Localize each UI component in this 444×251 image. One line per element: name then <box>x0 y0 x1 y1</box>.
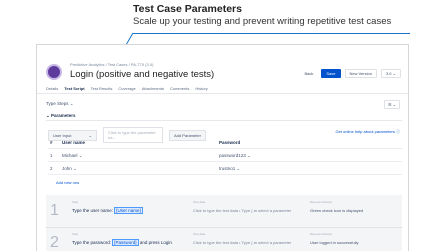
help-link-text: Get online help about parameters <box>335 129 395 134</box>
tab-history[interactable]: History <box>195 86 207 91</box>
step-number: 2 <box>50 234 59 251</box>
step-text-before: Type the user name: <box>72 208 114 213</box>
row-number: 2 <box>50 166 53 171</box>
chevron-down-icon: ⌄ <box>88 132 92 138</box>
step-number: 1 <box>50 202 59 219</box>
test-step[interactable]: 1 Step Type the user name: [User name] T… <box>46 196 402 228</box>
tab-details[interactable]: Details <box>46 86 58 91</box>
tab-bar: Details Test Script Test Results Coverag… <box>46 86 208 91</box>
header-actions: Back Save New Version 3.0 ⌄ <box>300 69 401 78</box>
options-menu-button[interactable]: ☰ ⌄ <box>383 100 400 109</box>
add-row-link[interactable]: Add new row <box>56 180 79 185</box>
parameters-help-link[interactable]: Get online help about parameters ⓘ <box>336 129 401 135</box>
expected-result-label: Expected Result <box>310 232 332 236</box>
help-icon: ⓘ <box>396 129 400 134</box>
save-button[interactable]: Save <box>321 69 341 78</box>
callout-title: Test Case Parameters <box>133 3 242 15</box>
test-data-label: Test data <box>193 200 206 204</box>
tab-test-script[interactable]: Test Script <box>64 86 84 91</box>
user-name-cell[interactable]: Michael ⌄ <box>62 153 83 159</box>
callout-subtitle: Scale up your testing and prevent writin… <box>133 16 392 27</box>
expected-result-field[interactable]: Green check icon is displayed <box>310 208 363 213</box>
type-label: Type <box>46 101 56 106</box>
parameter-chip[interactable]: [User name] <box>114 207 143 214</box>
step-text-after: and press Login <box>139 240 172 245</box>
page-title: Login (positive and negative tests) <box>70 69 215 80</box>
step-text-before: Type the password: <box>72 240 112 245</box>
app-window: Predictive Analytics / Test Cases / PA-T… <box>36 44 409 251</box>
new-version-button[interactable]: New Version <box>344 69 377 78</box>
tab-divider <box>37 93 408 94</box>
back-button[interactable]: Back <box>300 70 317 77</box>
step-text[interactable]: Type the user name: [User name] <box>72 207 143 214</box>
parameter-source-select[interactable]: User Input ⌄ <box>48 129 97 141</box>
user-name-cell[interactable]: John ⌄ <box>62 166 77 172</box>
test-data-field[interactable]: Click to type the test data • Type { to … <box>193 208 291 213</box>
script-type-row: Type Steps ⌄ <box>46 101 74 107</box>
add-parameter-button[interactable]: Add Parameter <box>169 129 206 141</box>
parameters-divider <box>46 120 402 121</box>
test-data-field[interactable]: Click to type the test data • Type { to … <box>193 240 291 245</box>
test-step[interactable]: 2 Step Type the password: [Password] and… <box>46 228 402 251</box>
row-divider <box>48 161 402 162</box>
tab-coverage[interactable]: Coverage <box>118 86 135 91</box>
tab-test-results[interactable]: Test Results <box>91 86 113 91</box>
type-select[interactable]: Steps ⌄ <box>57 101 74 106</box>
password-cell[interactable]: password123 ⌄ <box>219 153 251 159</box>
test-steps: 1 Step Type the user name: [User name] T… <box>46 195 402 251</box>
breadcrumb[interactable]: Predictive Analytics / Test Cases / PA-T… <box>70 62 153 67</box>
column-header-user-name: User name <box>62 140 86 145</box>
parameter-chip[interactable]: [Password] <box>112 239 139 246</box>
password-cell[interactable]: trustno1 ⌄ <box>219 166 240 172</box>
parameter-name-input[interactable]: Click to type the parameter na... <box>103 127 163 143</box>
expected-result-field[interactable]: User logged in successfully <box>310 240 358 245</box>
page-header: Predictive Analytics / Test Cases / PA-T… <box>37 45 408 89</box>
tab-comments[interactable]: Comments <box>170 86 189 91</box>
row-number: 1 <box>50 153 53 158</box>
column-header-password: Password <box>219 140 241 145</box>
step-text[interactable]: Type the password: [Password] and press … <box>72 239 172 246</box>
expected-result-label: Expected Result <box>310 200 332 204</box>
parameter-source-value: User Input <box>53 132 72 138</box>
row-divider <box>48 174 402 175</box>
tab-attachments[interactable]: Attachments <box>142 86 164 91</box>
parameters-section-toggle[interactable]: ⌄ Parameters <box>46 113 76 119</box>
column-header-number: # <box>50 140 53 145</box>
version-select[interactable]: 3.0 ⌄ <box>380 69 401 78</box>
step-label: Step <box>72 200 79 204</box>
header-divider <box>48 148 402 149</box>
step-label: Step <box>72 232 79 236</box>
callout-underline <box>133 33 410 34</box>
test-data-label: Test data <box>193 232 206 236</box>
project-avatar <box>46 64 62 80</box>
